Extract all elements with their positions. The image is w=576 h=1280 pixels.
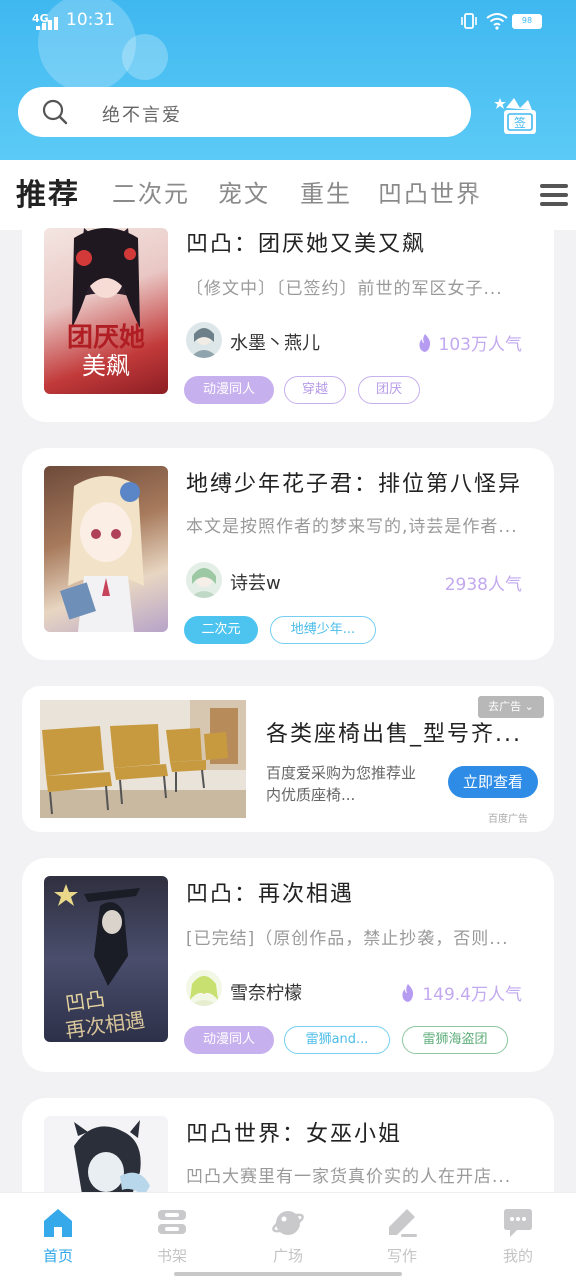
author-name[interactable]: 雪奈柠檬 xyxy=(230,979,302,1005)
bottom-navigation: 首页 书架 广场 写作 我的 xyxy=(0,1192,576,1280)
svg-text:美飙: 美飙 xyxy=(82,352,130,380)
tag[interactable]: 动漫同人 xyxy=(184,1026,274,1054)
header: 4G 10:31 98 绝不言爱 签 xyxy=(0,0,576,160)
ad-title[interactable]: 各类座椅出售_型号齐... xyxy=(266,716,522,748)
search-placeholder: 绝不言爱 xyxy=(102,105,182,126)
nav-bookshelf[interactable]: 书架 xyxy=(132,1207,212,1266)
pen-icon xyxy=(389,1209,417,1237)
book-cover[interactable]: 团厌她 美飙 xyxy=(44,228,168,394)
cover-art-icon xyxy=(60,476,144,632)
nav-label: 书架 xyxy=(156,1247,187,1265)
book-title[interactable]: 凹凸世界：女巫小姐 xyxy=(186,1116,402,1148)
nav-label: 我的 xyxy=(502,1247,533,1265)
ad-description: 百度爱采购为您推荐业内优质座椅... xyxy=(266,764,417,804)
tag[interactable]: 雷狮and... xyxy=(284,1026,390,1054)
home-icon xyxy=(44,1209,72,1237)
remove-ad-button[interactable]: 去广告 ⌄ xyxy=(478,696,544,718)
popularity-count: 103万人气 xyxy=(438,335,522,355)
tag[interactable]: 团厌 xyxy=(358,376,420,404)
menu-icon[interactable] xyxy=(538,180,570,210)
bookshelf-icon xyxy=(158,1210,186,1234)
status-bar: 4G 10:31 98 xyxy=(0,0,576,42)
signin-label: 签 xyxy=(514,115,526,130)
popularity-count: 2938人气 xyxy=(444,575,522,595)
planet-icon xyxy=(272,1211,304,1235)
book-card[interactable]: 凹凸 再次相遇 凹凸：再次相遇 [已完结]（原创作品，禁止抄袭，否则... 雪奈… xyxy=(22,858,554,1072)
tag[interactable]: 地缚少年... xyxy=(270,616,376,644)
book-description: 本文是按照作者的梦来写的,诗芸是作者... xyxy=(186,517,518,537)
search-icon xyxy=(42,99,68,125)
flame-icon xyxy=(402,984,414,1002)
tag[interactable]: 穿越 xyxy=(284,376,346,404)
nav-write[interactable]: 写作 xyxy=(362,1207,442,1266)
author-avatar[interactable] xyxy=(186,970,222,1006)
ad-card[interactable]: 去广告 ⌄ 各类座椅出售_型号齐... 百度爱采购为您推荐业内优质座椅... 立… xyxy=(22,686,554,832)
tab-romance[interactable]: 宠文 xyxy=(218,174,270,209)
flame-icon xyxy=(418,334,430,352)
author-avatar[interactable] xyxy=(186,322,222,358)
book-title[interactable]: 凹凸：再次相遇 xyxy=(186,876,354,908)
book-card[interactable]: 地缚少年花子君：排位第八怪异 本文是按照作者的梦来写的,诗芸是作者... 诗芸w… xyxy=(22,448,554,660)
nav-label: 广场 xyxy=(272,1247,303,1265)
ad-view-button[interactable]: 立即查看 xyxy=(448,766,538,798)
tab-rebirth[interactable]: 重生 xyxy=(300,174,352,209)
svg-text:团厌她: 团厌她 xyxy=(67,323,145,353)
book-cover[interactable] xyxy=(44,466,168,632)
battery-level: 98 xyxy=(513,15,541,28)
cover-art-icon: 凹凸 再次相遇 xyxy=(54,884,146,1042)
popularity: 149.4万人气 xyxy=(400,980,522,1005)
search-bar[interactable]: 绝不言爱 xyxy=(18,87,471,137)
tab-anime[interactable]: 二次元 xyxy=(112,174,190,209)
tag[interactable]: 雷狮海盗团 xyxy=(402,1026,508,1054)
author-avatar[interactable] xyxy=(186,562,222,598)
popularity: 103万人气 xyxy=(417,330,522,355)
popularity-count: 149.4万人气 xyxy=(422,985,522,1005)
tab-aotu-world[interactable]: 凹凸世界 xyxy=(378,174,482,209)
wifi-icon xyxy=(486,13,508,30)
book-cover[interactable]: 凹凸 再次相遇 xyxy=(44,876,168,1042)
book-card[interactable]: 团厌她 美飙 凹凸：团厌她又美又飙 〔修文中〕〔已签约〕前世的军区女子... 水… xyxy=(22,206,554,422)
vibrate-icon xyxy=(461,13,477,29)
tag[interactable]: 二次元 xyxy=(184,616,258,644)
ad-source: 百度广告 xyxy=(488,814,528,825)
book-title[interactable]: 凹凸：团厌她又美又飙 xyxy=(186,226,426,258)
daily-signin-icon[interactable]: 签 xyxy=(494,94,542,136)
signal-icon xyxy=(36,17,58,30)
book-description: 凹凸大赛里有一家货真价实的人在开店... xyxy=(186,1167,512,1187)
nav-label: 写作 xyxy=(386,1247,417,1265)
ad-image[interactable] xyxy=(40,700,246,818)
nav-mine[interactable]: 我的 xyxy=(478,1207,558,1266)
book-description: 〔修文中〕〔已签约〕前世的军区女子... xyxy=(186,279,503,299)
svg-text:凹凸: 凹凸 xyxy=(64,986,107,1015)
cover-art-icon: 团厌她 美飙 xyxy=(67,228,145,380)
nav-home[interactable]: 首页 xyxy=(18,1207,98,1266)
nav-label: 首页 xyxy=(42,1247,73,1265)
popularity: 2938人气 xyxy=(445,570,522,595)
book-title[interactable]: 地缚少年花子君：排位第八怪异 xyxy=(186,466,522,498)
nav-square[interactable]: 广场 xyxy=(248,1207,328,1266)
author-name[interactable]: 水墨丶燕儿 xyxy=(230,329,320,355)
author-name[interactable]: 诗芸w xyxy=(230,569,281,595)
clock: 10:31 xyxy=(66,10,115,30)
book-description: [已完结]（原创作品，禁止抄袭，否则... xyxy=(186,929,509,949)
chat-bubble-icon xyxy=(504,1209,532,1237)
battery-icon: 98 xyxy=(512,14,542,29)
home-indicator xyxy=(174,1272,402,1276)
tag[interactable]: 动漫同人 xyxy=(184,376,274,404)
